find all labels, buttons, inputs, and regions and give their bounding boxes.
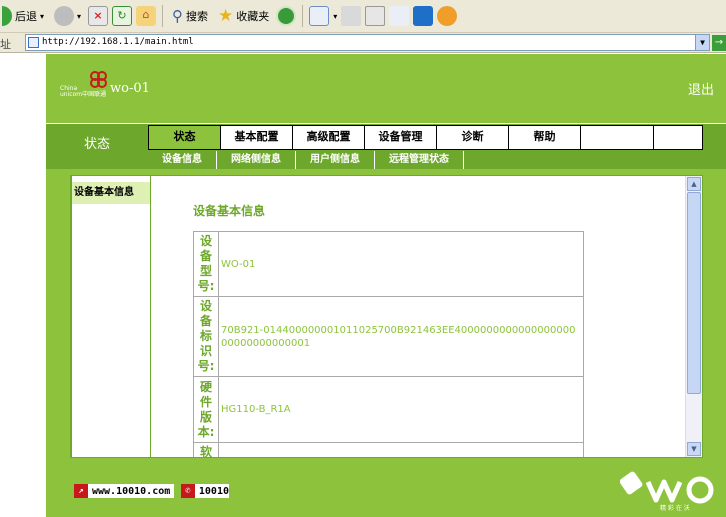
phone-link-label: 10010 [198,485,229,497]
page-footer: ↗ www.10010.com ✆ 10010 精 彩 在 沃 [46,458,726,517]
table-row: 硬件版本: HG110-B_R1A [193,376,584,443]
china-unicom-logo: China unicom中国联通 [60,68,110,100]
home-icon[interactable]: ⌂ [136,6,157,26]
table-row: 软 [193,442,584,457]
phone-icon: ✆ [181,484,195,498]
subtab-user-info[interactable]: 用户侧信息 [296,151,375,169]
orange-app-icon[interactable] [437,6,458,26]
search-label: 搜索 [186,10,209,23]
tab-help[interactable]: 帮助 [509,126,581,149]
toolbar-separator [302,5,304,27]
messenger-icon[interactable] [389,6,410,26]
edit-icon[interactable] [365,6,386,26]
chevron-down-icon: ▾ [333,11,338,21]
main-panel: 设备基本信息 设备基本信息 设备型号: WO-01 设备标识号: 70B921-… [70,175,703,458]
page-icon [28,37,39,48]
svg-text:unicom中国联通: unicom中国联通 [60,90,106,98]
chevron-down-icon: ▾ [77,11,82,21]
logout-link[interactable]: 退出 [688,79,714,98]
nav-bar: 状态 状态 基本配置 高级配置 设备管理 诊断 帮助 设备信息 网络侧信息 用户… [46,123,726,169]
favorites-button[interactable]: ★ 收藏夹 [215,3,272,29]
favorites-label: 收藏夹 [236,10,270,23]
router-page: China unicom中国联通 wo-01 退出 状态 状态 基本配置 高级配… [46,54,726,517]
search-icon: ⚲ [172,7,184,25]
history-icon[interactable] [276,6,297,26]
row-value [218,442,584,457]
back-button[interactable]: 后退 ▾ [0,3,47,29]
back-arrow-icon [2,6,12,26]
device-info-table: 设备型号: WO-01 设备标识号: 70B921-01440000000101… [193,231,584,457]
table-row: 设备型号: WO-01 [193,231,584,297]
star-icon: ★ [218,6,234,26]
scroll-down-icon[interactable]: ▼ [687,442,701,456]
tab-device-management[interactable]: 设备管理 [365,126,437,149]
browser-toolbar: 后退 ▾ ▾ × ↻ ⌂ ⚲ 搜索 ★ 收藏夹 ▾ [0,0,726,33]
stop-icon[interactable]: × [88,6,109,26]
sidebar: 设备基本信息 [71,176,151,457]
toolbar-separator [162,5,164,27]
address-dropdown-icon[interactable]: ▼ [695,35,709,50]
section-title: 设备基本信息 [193,204,266,218]
row-label: 设备型号: [193,231,219,297]
refresh-icon[interactable]: ↻ [112,6,133,26]
print-icon[interactable] [341,6,362,26]
website-link-label: www.10010.com [92,485,171,497]
subtab-remote-management[interactable]: 远程管理状态 [375,151,464,169]
search-button[interactable]: ⚲ 搜索 [169,3,211,29]
nav-section-title: 状态 [83,137,110,152]
chevron-down-icon: ▾ [40,11,45,21]
content-scrollbar[interactable]: ▲ ▼ [685,176,702,457]
subtab-device-info[interactable]: 设备信息 [148,151,217,169]
website-link[interactable]: ↗ www.10010.com [74,484,174,498]
tab-basic-config[interactable]: 基本配置 [221,126,293,149]
mail-icon[interactable] [309,6,330,26]
tab-blank [654,126,702,149]
back-label: 后退 [15,10,37,23]
tab-blank [581,126,654,149]
row-label: 软 [193,442,219,457]
main-tabs: 状态 基本配置 高级配置 设备管理 诊断 帮助 [148,125,703,150]
arrow-icon: ↗ [74,484,88,498]
scroll-up-icon[interactable]: ▲ [687,177,701,191]
address-bar: 址 http://192.168.1.1/main.html ▼ → [0,33,726,53]
svg-text:精 彩 在 沃: 精 彩 在 沃 [660,504,690,512]
sub-tabs: 设备信息 网络侧信息 用户侧信息 远程管理状态 [148,151,464,170]
row-value: HG110-B_R1A [218,376,584,443]
address-label: 址 [0,38,11,51]
row-label: 硬件版本: [193,376,219,443]
tab-diagnostics[interactable]: 诊断 [437,126,509,149]
row-value: WO-01 [218,231,584,297]
address-url: http://192.168.1.1/main.html [42,37,194,47]
table-row: 设备标识号: 70B921-014400000001011025700B9214… [193,296,584,377]
subtab-network-info[interactable]: 网络侧信息 [217,151,296,169]
device-name: wo-01 [110,81,150,96]
wo-brand-logo: 精 彩 在 沃 [619,468,720,512]
page-header: China unicom中国联通 wo-01 退出 [46,54,726,124]
row-label: 设备标识号: [193,296,219,377]
phone-link[interactable]: ✆ 10010 [181,484,229,498]
tab-status[interactable]: 状态 [149,126,221,149]
go-button[interactable]: → [712,35,726,51]
forward-arrow-icon [54,6,75,26]
qq-icon[interactable] [413,6,434,26]
tab-advanced-config[interactable]: 高级配置 [293,126,365,149]
address-input[interactable]: http://192.168.1.1/main.html ▼ [25,34,710,51]
content-area: 设备基本信息 设备型号: WO-01 设备标识号: 70B921-0144000… [151,176,679,457]
scroll-thumb[interactable] [687,192,701,394]
sidebar-item-device-basic-info[interactable]: 设备基本信息 [72,182,150,204]
forward-button[interactable]: ▾ [51,3,84,29]
row-value: 70B921-014400000001011025700B921463EE400… [218,296,584,377]
